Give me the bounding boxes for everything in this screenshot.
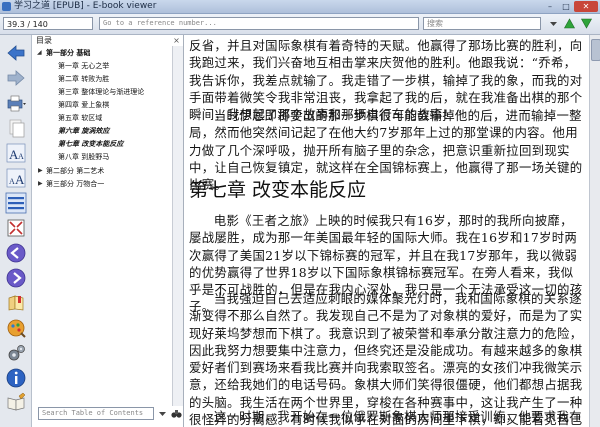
reference-input[interactable]: Go to a reference number... — [99, 17, 419, 30]
toc-item[interactable]: 第八章 到股野马 — [58, 152, 109, 162]
reference-icon[interactable] — [5, 317, 27, 339]
previous-page-icon[interactable] — [5, 242, 27, 264]
font-larger-icon[interactable]: AA — [5, 142, 27, 164]
toc-item[interactable]: 第三部分 万物合一 — [46, 179, 104, 189]
app-icon — [2, 2, 11, 11]
toc-item-current[interactable]: 第七章 改变本能反应 — [58, 139, 123, 149]
search-dropdown-icon[interactable] — [547, 17, 560, 30]
toc-item[interactable]: 第一部分 基础 — [46, 48, 90, 58]
bookmark-icon[interactable] — [5, 292, 27, 314]
preferences-icon[interactable] — [5, 342, 27, 364]
side-toolbar: AA AA — [0, 35, 32, 427]
next-page-icon[interactable] — [5, 267, 27, 289]
toc-item[interactable]: 第四章 爱上象棋 — [58, 100, 109, 110]
open-book-icon[interactable] — [5, 392, 27, 414]
window-title: 学习之道 [EPUB] - E-book viewer — [14, 1, 157, 11]
toc-item[interactable]: 第五章 软区域 — [58, 113, 102, 123]
toc-search-input[interactable]: Search Table of Contents — [38, 407, 154, 420]
expand-arrow-icon[interactable]: ◢ — [37, 48, 42, 58]
search-input[interactable]: 搜索 — [423, 17, 541, 30]
maximize-button[interactable]: □ — [558, 1, 574, 12]
toc-item[interactable]: 第二章 转败为胜 — [58, 74, 109, 84]
chapter-heading: 第七章 改变本能反应 — [189, 179, 367, 201]
fullscreen-icon[interactable] — [5, 217, 27, 239]
toc-item[interactable]: 第一章 无心之举 — [58, 61, 109, 71]
binoculars-icon[interactable] — [171, 407, 182, 420]
svg-text:A: A — [15, 172, 25, 187]
find-previous-icon[interactable] — [580, 17, 593, 30]
close-button[interactable]: ✕ — [574, 1, 598, 12]
svg-text:A: A — [18, 152, 24, 161]
toc-icon[interactable] — [5, 192, 27, 214]
toc-scrollbar[interactable] — [172, 46, 183, 406]
toc-item[interactable]: 第六章 旋涡效应 — [58, 126, 109, 136]
toc-panel: 目录 × ◢ 第一部分 基础 第一章 无心之举 第二章 转败为胜 第三章 整体理… — [32, 35, 184, 427]
find-next-icon[interactable] — [563, 17, 576, 30]
minimize-button[interactable]: – — [542, 1, 558, 12]
scrollbar-thumb[interactable] — [591, 39, 600, 61]
toc-item[interactable]: 第二部分 第二艺术 — [46, 166, 104, 176]
page-position-input[interactable]: 39.3 / 140 — [3, 17, 93, 30]
forward-icon[interactable] — [5, 67, 27, 89]
book-paragraph: 当我强迫自己去适应刺眼的媒体聚光灯时，我和国际象棋的关系逐渐变得不那么自然了。我… — [189, 291, 583, 427]
info-icon[interactable] — [5, 367, 27, 389]
book-paragraph: 这一时期，我开始在一位俄罗斯象棋大师那接受训练，他要求我在国际象棋比赛中… — [189, 409, 582, 427]
copy-icon[interactable] — [5, 117, 27, 139]
toc-close-button[interactable]: × — [172, 36, 181, 45]
title-bar: 学习之道 [EPUB] - E-book viewer – □ ✕ — [0, 0, 600, 14]
collapse-arrow-icon[interactable]: ▶ — [38, 166, 43, 176]
toc-item[interactable]: 第三章 整体理论与渐进理论 — [58, 87, 144, 97]
book-view[interactable]: 反省，并且对国际象棋有着奇特的天赋。他赢得了那场比赛的胜利，向我跑过来，我们兴奋… — [184, 35, 589, 427]
back-icon[interactable] — [5, 42, 27, 64]
print-icon[interactable] — [5, 92, 27, 114]
collapse-arrow-icon[interactable]: ▶ — [38, 179, 43, 189]
book-scrollbar[interactable] — [589, 35, 600, 427]
toolbar: 39.3 / 140 Go to a reference number... 搜… — [0, 14, 600, 35]
font-smaller-icon[interactable]: AA — [5, 167, 27, 189]
toc-header: 目录 — [36, 36, 52, 45]
toc-search-dropdown-icon[interactable] — [156, 407, 169, 420]
